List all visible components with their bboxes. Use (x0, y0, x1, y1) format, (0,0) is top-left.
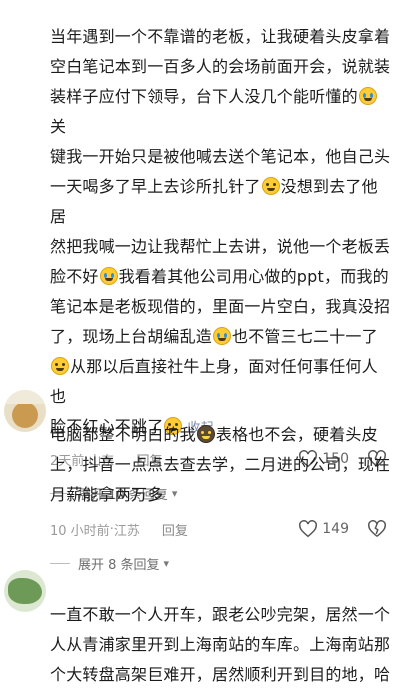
comment-text: 电脑都整不明白的我 表格也不会，硬着头皮 上，抖音一点点去查去学，二月进的公司，现… (50, 420, 391, 510)
crying-laugh-emoji-icon (99, 267, 118, 285)
comment-3: 一直不敢一个人开车，跟老公吵完架，居然一个 人从青浦家里开到上海南站的车库。上海… (0, 600, 405, 690)
comment-line: 从那以后直接社牛上身，面对任何事任何人也 (50, 357, 378, 406)
comment-line: 脸不好 我看着其他公司用心做的ppt，而我的 (50, 267, 389, 286)
comment-line: 装样子应付下领导，台下人没几个能听懂的关 (50, 82, 391, 142)
comment-line: 人从青浦家里开到上海南站的车库。上海南站那 (50, 635, 391, 654)
comment-line: 当年遇到一个不靠谱的老板，让我硬着头皮拿着 (50, 27, 391, 46)
reply-button[interactable]: 回复 (162, 520, 188, 539)
comment-line: 一天喝多了早上去诊所扎针了 没想到去了他居 (50, 177, 378, 226)
comment-location: 江苏 (113, 523, 140, 539)
crying-laugh-emoji-icon (358, 87, 377, 105)
comment-line: 电脑都整不明白的我 表格也不会，硬着头皮 (50, 425, 378, 444)
comment-line: 然把我喊一边让我帮忙上去讲，说他一个老板丢 (50, 237, 391, 256)
comment-line: 上，抖音一点点去查去学，二月进的公司，现在 (50, 455, 391, 474)
comment-text: 一直不敢一个人开车，跟老公吵完架，居然一个 人从青浦家里开到上海南站的车库。上海… (50, 600, 391, 690)
chevron-down-icon: ▾ (163, 556, 170, 570)
divider-line (50, 562, 70, 564)
dislike-button[interactable] (367, 520, 391, 538)
comment-line: 个大转盘高架巨难开，居然顺利开到目的地，哈 (50, 665, 391, 684)
broken-heart-icon (368, 520, 386, 537)
like-button[interactable]: 149 (298, 520, 349, 538)
comment-time: 10 小时前 (50, 523, 110, 539)
comment-line: 键我一开始只是被他喊去送个笔记本，他自己头 (50, 147, 391, 166)
grin-sweat-emoji-icon (261, 177, 280, 195)
expand-label: 展开 8 条回复 (78, 557, 160, 573)
expand-replies-button[interactable]: 展开 8 条回复 ▾ (50, 552, 391, 574)
crying-laugh-emoji-icon (213, 327, 232, 345)
comment-meta: 10 小时前 · 江苏 回复 149 (50, 518, 391, 540)
comment-text: 当年遇到一个不靠谱的老板，让我硬着头皮拿着 空白笔记本到一百多人的会场前面开会，… (50, 22, 391, 444)
comment-line: 空白笔记本到一百多人的会场前面开会，说就装 (50, 57, 391, 76)
comment-2: 电脑都整不明白的我 表格也不会，硬着头皮 上，抖音一点点去查去学，二月进的公司，现… (0, 420, 405, 574)
grin-sweat-emoji-icon (51, 357, 69, 375)
comment-line: 一直不敢一个人开车，跟老公吵完架，居然一个 (50, 605, 391, 624)
comment-line: 笔记本是老板现借的，里面一片空白，我真没招 (50, 297, 391, 316)
comment-line: 月薪能拿两万多 (50, 485, 164, 504)
like-count: 149 (322, 521, 349, 537)
heart-icon (299, 520, 318, 538)
comment-line: 了，现场上台胡编乱造 也不管三七二十一了 (50, 327, 378, 346)
dazed-emoji-icon (196, 425, 215, 443)
